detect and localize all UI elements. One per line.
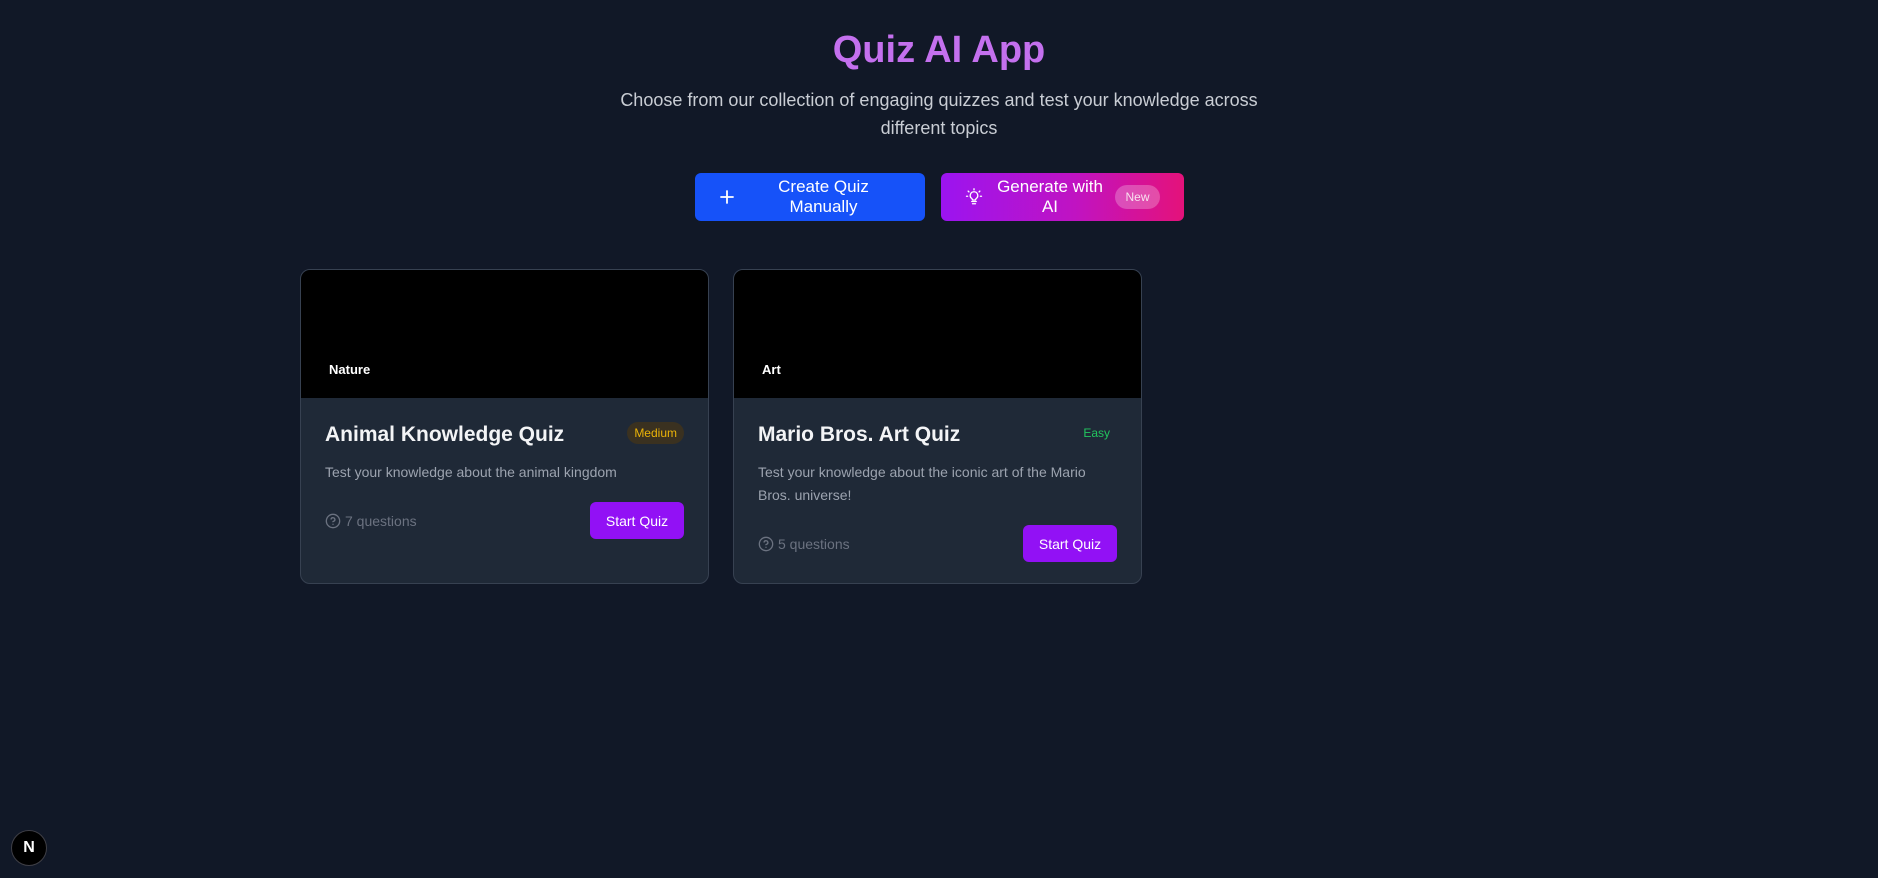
new-badge: New [1115, 185, 1160, 209]
question-count: 5 questions [758, 536, 850, 552]
question-count: 7 questions [325, 513, 417, 529]
quiz-card: Nature Animal Knowledge Quiz Medium Test… [300, 269, 709, 584]
quiz-description: Test your knowledge about the iconic art… [758, 464, 1086, 503]
create-quiz-label: Create Quiz Manually [778, 177, 869, 216]
category-label: Nature [329, 362, 371, 377]
question-count-label: 5 questions [778, 535, 850, 552]
dev-tools-badge[interactable]: N [11, 830, 47, 866]
quiz-title: Mario Bros. Art Quiz [758, 423, 961, 446]
plus-icon [719, 188, 736, 206]
question-count-label: 7 questions [345, 512, 417, 529]
create-quiz-manually-button[interactable]: Create Quiz Manually [694, 173, 925, 221]
quiz-card-footer: 7 questions Start Quiz [325, 502, 684, 539]
quiz-card-grid: Nature Animal Knowledge Quiz Medium Test… [300, 269, 1142, 584]
generate-ai-label: Generate with AI [997, 177, 1103, 216]
difficulty-badge: Easy [1083, 426, 1110, 440]
page-title: Quiz AI App [832, 29, 1046, 71]
category-label: Art [762, 362, 781, 377]
quiz-app-page: Quiz AI App Choose from our collection o… [0, 0, 1878, 878]
page-subtitle: Choose from our collection of engaging q… [620, 90, 1258, 138]
quiz-card-image: Art [734, 270, 1141, 398]
start-quiz-button[interactable]: Start Quiz [590, 502, 684, 539]
start-quiz-button[interactable]: Start Quiz [1023, 525, 1117, 562]
quiz-description: Test your knowledge about the animal kin… [325, 464, 617, 480]
quiz-card-image: Nature [301, 270, 708, 398]
difficulty-badge: Medium [627, 422, 684, 444]
generate-with-ai-button[interactable]: Generate with AI New [940, 173, 1184, 221]
help-circle-icon [758, 536, 774, 552]
help-circle-icon [325, 513, 341, 529]
quiz-title: Animal Knowledge Quiz [325, 423, 565, 446]
quiz-card: Art Mario Bros. Art Quiz Easy Test your … [733, 269, 1142, 584]
lightbulb-icon [965, 188, 983, 206]
quiz-card-footer: 5 questions Start Quiz [758, 525, 1117, 562]
dev-tools-badge-label: N [23, 839, 35, 856]
action-bar: Create Quiz Manually Generate with AI Ne… [0, 173, 1878, 221]
